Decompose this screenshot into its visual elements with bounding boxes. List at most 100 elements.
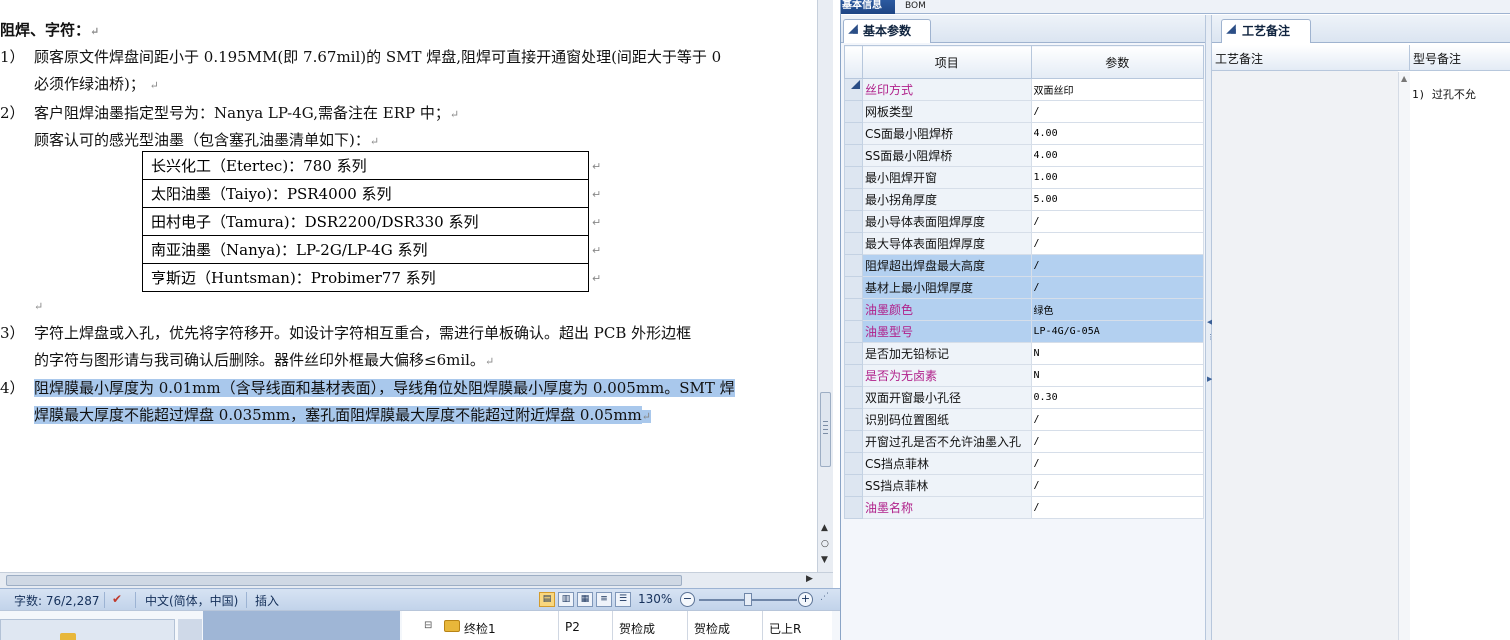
param-value[interactable]: 4.00 bbox=[1030, 144, 1205, 167]
param-value[interactable]: / bbox=[1030, 452, 1205, 475]
param-row[interactable]: 油墨型号 LP-4G/G-05A bbox=[843, 320, 1205, 343]
grid-cell[interactable]: 贺检成 bbox=[619, 620, 655, 637]
horizontal-scroll-thumb[interactable] bbox=[6, 575, 682, 586]
param-value[interactable]: / bbox=[1030, 474, 1205, 497]
next-page-icon[interactable]: ▼ bbox=[821, 555, 828, 565]
param-value[interactable]: / bbox=[1030, 276, 1205, 299]
column-header-item[interactable]: 项目 bbox=[862, 45, 1032, 79]
resize-grip-icon[interactable]: ⋰ bbox=[820, 592, 829, 602]
param-row[interactable]: 丝印方式 双面丝印 bbox=[843, 78, 1205, 101]
print-layout-view-icon[interactable]: ▤ bbox=[539, 592, 555, 607]
param-value[interactable]: / bbox=[1030, 100, 1205, 123]
row-header[interactable] bbox=[843, 408, 864, 431]
process-notes-header[interactable]: 工艺备注 bbox=[1212, 45, 1410, 71]
param-value[interactable]: / bbox=[1030, 254, 1205, 277]
grid-cell[interactable]: 终检1 bbox=[464, 620, 496, 637]
row-header[interactable] bbox=[843, 100, 864, 123]
tree-expander-icon[interactable]: ⊟ bbox=[424, 620, 432, 631]
tab-basic-params[interactable]: 基本参数 bbox=[843, 19, 931, 43]
document-horizontal-scrollbar[interactable]: ▶ bbox=[0, 572, 833, 588]
param-value[interactable]: 0.30 bbox=[1030, 386, 1205, 409]
row-header[interactable] bbox=[843, 386, 864, 409]
tab-bom[interactable]: BOM bbox=[905, 0, 926, 14]
row-header[interactable] bbox=[843, 364, 864, 387]
scroll-right-icon[interactable]: ▶ bbox=[806, 574, 813, 584]
param-row[interactable]: 开窗过孔是否不允许油墨入孔 / bbox=[843, 430, 1205, 453]
draft-view-icon[interactable]: ☰ bbox=[615, 592, 631, 607]
param-row[interactable]: SS面最小阻焊桥 4.00 bbox=[843, 144, 1205, 167]
param-value[interactable]: 绿色 bbox=[1030, 298, 1205, 321]
proofing-icon[interactable]: ✔ bbox=[112, 592, 122, 606]
param-row[interactable]: 基材上最小阻焊厚度 / bbox=[843, 276, 1205, 299]
row-header[interactable] bbox=[843, 232, 864, 255]
grid-corner[interactable] bbox=[843, 45, 864, 79]
param-value[interactable]: / bbox=[1030, 408, 1205, 431]
param-row[interactable]: 双面开窗最小孔径 0.30 bbox=[843, 386, 1205, 409]
grid-cell[interactable]: 贺检成 bbox=[694, 620, 730, 637]
row-header[interactable] bbox=[843, 474, 864, 497]
row-header[interactable] bbox=[843, 298, 864, 321]
param-row[interactable]: 油墨颜色 绿色 bbox=[843, 298, 1205, 321]
tab-basic-info[interactable]: 基本信息 bbox=[841, 0, 895, 14]
row-header[interactable] bbox=[843, 276, 864, 299]
row-header[interactable] bbox=[843, 144, 864, 167]
row-header[interactable] bbox=[843, 320, 864, 343]
row-header[interactable] bbox=[843, 122, 864, 145]
param-row[interactable]: CS挡点菲林 / bbox=[843, 452, 1205, 475]
param-value[interactable]: 4.00 bbox=[1030, 122, 1205, 145]
row-header[interactable] bbox=[843, 166, 864, 189]
param-value[interactable]: N bbox=[1030, 364, 1205, 387]
row-header[interactable] bbox=[843, 188, 864, 211]
process-notes-body[interactable] bbox=[1212, 71, 1398, 640]
param-row[interactable]: 油墨名称 / bbox=[843, 496, 1205, 519]
param-value[interactable]: 5.00 bbox=[1030, 188, 1205, 211]
param-row[interactable]: CS面最小阻焊桥 4.00 bbox=[843, 122, 1205, 145]
browse-object-icon[interactable]: ○ bbox=[821, 539, 829, 549]
param-row[interactable]: 阻焊超出焊盘最大高度 / bbox=[843, 254, 1205, 277]
param-row[interactable]: 是否加无铅标记 N bbox=[843, 342, 1205, 365]
row-header[interactable] bbox=[843, 496, 864, 519]
param-row[interactable]: SS挡点菲林 / bbox=[843, 474, 1205, 497]
row-header[interactable] bbox=[843, 452, 864, 475]
full-screen-reading-icon[interactable]: ▥ bbox=[558, 592, 574, 607]
param-value[interactable]: / bbox=[1030, 210, 1205, 233]
language-indicator[interactable]: 中文(简体，中国) bbox=[145, 592, 238, 609]
param-value[interactable]: 双面丝印 bbox=[1030, 78, 1205, 101]
grid-cell[interactable]: 已上R bbox=[769, 620, 801, 637]
param-value[interactable]: / bbox=[1030, 430, 1205, 453]
pane-splitter[interactable]: ◀ ⋮ ▶ bbox=[1205, 15, 1214, 640]
scroll-up-icon[interactable]: ▲ bbox=[1401, 74, 1407, 83]
document-page[interactable]: 阻焊、字符： ↵ 1） 顾客原文件焊盘间距小于 0.195MM(即 7.67mil)… bbox=[0, 0, 818, 572]
grid-cell[interactable]: P2 bbox=[565, 620, 580, 634]
param-value[interactable]: / bbox=[1030, 496, 1205, 519]
param-row[interactable]: 网板类型 / bbox=[843, 100, 1205, 123]
param-row[interactable]: 最小导体表面阻焊厚度 / bbox=[843, 210, 1205, 233]
word-count[interactable]: 字数: 76/2,287 bbox=[14, 592, 100, 609]
outline-view-icon[interactable]: ≡ bbox=[596, 592, 612, 607]
insert-mode-indicator[interactable]: 插入 bbox=[255, 592, 279, 609]
row-header[interactable] bbox=[843, 342, 864, 365]
param-value[interactable]: LP-4G/G-05A bbox=[1030, 320, 1205, 343]
param-value[interactable]: 1.00 bbox=[1030, 166, 1205, 189]
row-header[interactable] bbox=[843, 210, 864, 233]
zoom-level[interactable]: 130% bbox=[638, 592, 672, 606]
previous-page-icon[interactable]: ▲ bbox=[821, 523, 828, 533]
tab-process-notes[interactable]: 工艺备注 bbox=[1221, 19, 1311, 43]
document-vertical-scrollbar[interactable]: ▲ ○ ▼ bbox=[817, 0, 833, 572]
param-row[interactable]: 最小拐角厚度 5.00 bbox=[843, 188, 1205, 211]
web-layout-icon[interactable]: ▦ bbox=[577, 592, 593, 607]
row-header[interactable] bbox=[843, 430, 864, 453]
param-value[interactable]: / bbox=[1030, 232, 1205, 255]
process-notes-scrollbar[interactable]: ▲ bbox=[1398, 72, 1410, 640]
param-row[interactable]: 识别码位置图纸 / bbox=[843, 408, 1205, 431]
param-row[interactable]: 最小阻焊开窗 1.00 bbox=[843, 166, 1205, 189]
row-header[interactable] bbox=[843, 254, 864, 277]
zoom-slider-thumb[interactable] bbox=[744, 593, 752, 606]
model-notes-header[interactable]: 型号备注 bbox=[1410, 45, 1510, 71]
zoom-out-icon[interactable]: − bbox=[680, 592, 695, 607]
param-row[interactable]: 最大导体表面阻焊厚度 / bbox=[843, 232, 1205, 255]
zoom-in-icon[interactable]: + bbox=[798, 592, 813, 607]
param-row[interactable]: 是否为无卤素 N bbox=[843, 364, 1205, 387]
vertical-scroll-thumb[interactable] bbox=[820, 392, 831, 467]
model-note-text[interactable]: 1) 过孔不允 bbox=[1412, 86, 1476, 102]
